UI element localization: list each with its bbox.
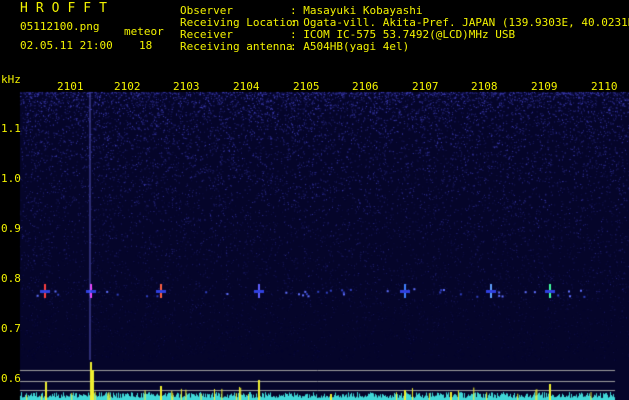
x-tick-label: 2106 [352, 80, 379, 93]
app-logo: HROFFT [20, 1, 115, 16]
antenna-value: : A504HB(yagi 4el) [290, 40, 410, 53]
x-tick-label: 2101 [57, 80, 84, 93]
x-tick-label: 2104 [233, 80, 260, 93]
meteor-label: meteor [124, 25, 164, 38]
x-tick-label: 2102 [114, 80, 141, 93]
y-tick-label: 0.8 [1, 272, 21, 285]
y-tick-label: 0.6 [1, 372, 21, 385]
x-tick-label: 2109 [531, 80, 558, 93]
x-tick-label: 2107 [412, 80, 439, 93]
x-tick-label: 2103 [173, 80, 200, 93]
y-tick-label: 1.0 [1, 172, 21, 185]
antenna-label: Receiving antenna [180, 40, 293, 53]
meteor-count: 18 [139, 39, 153, 52]
y-axis-unit: kHz [1, 73, 21, 86]
y-tick-label: 1.1 [1, 122, 21, 135]
x-tick-label: 2105 [293, 80, 320, 93]
x-tick-label: 2108 [471, 80, 498, 93]
x-tick-label: 2110 [591, 80, 618, 93]
y-tick-label: 0.7 [1, 322, 21, 335]
spectrogram-canvas [0, 0, 629, 400]
y-tick-label: 0.9 [1, 222, 21, 235]
filename: 05112100.png [20, 20, 100, 33]
datetime: 02.05.11 21:00 [20, 39, 113, 52]
